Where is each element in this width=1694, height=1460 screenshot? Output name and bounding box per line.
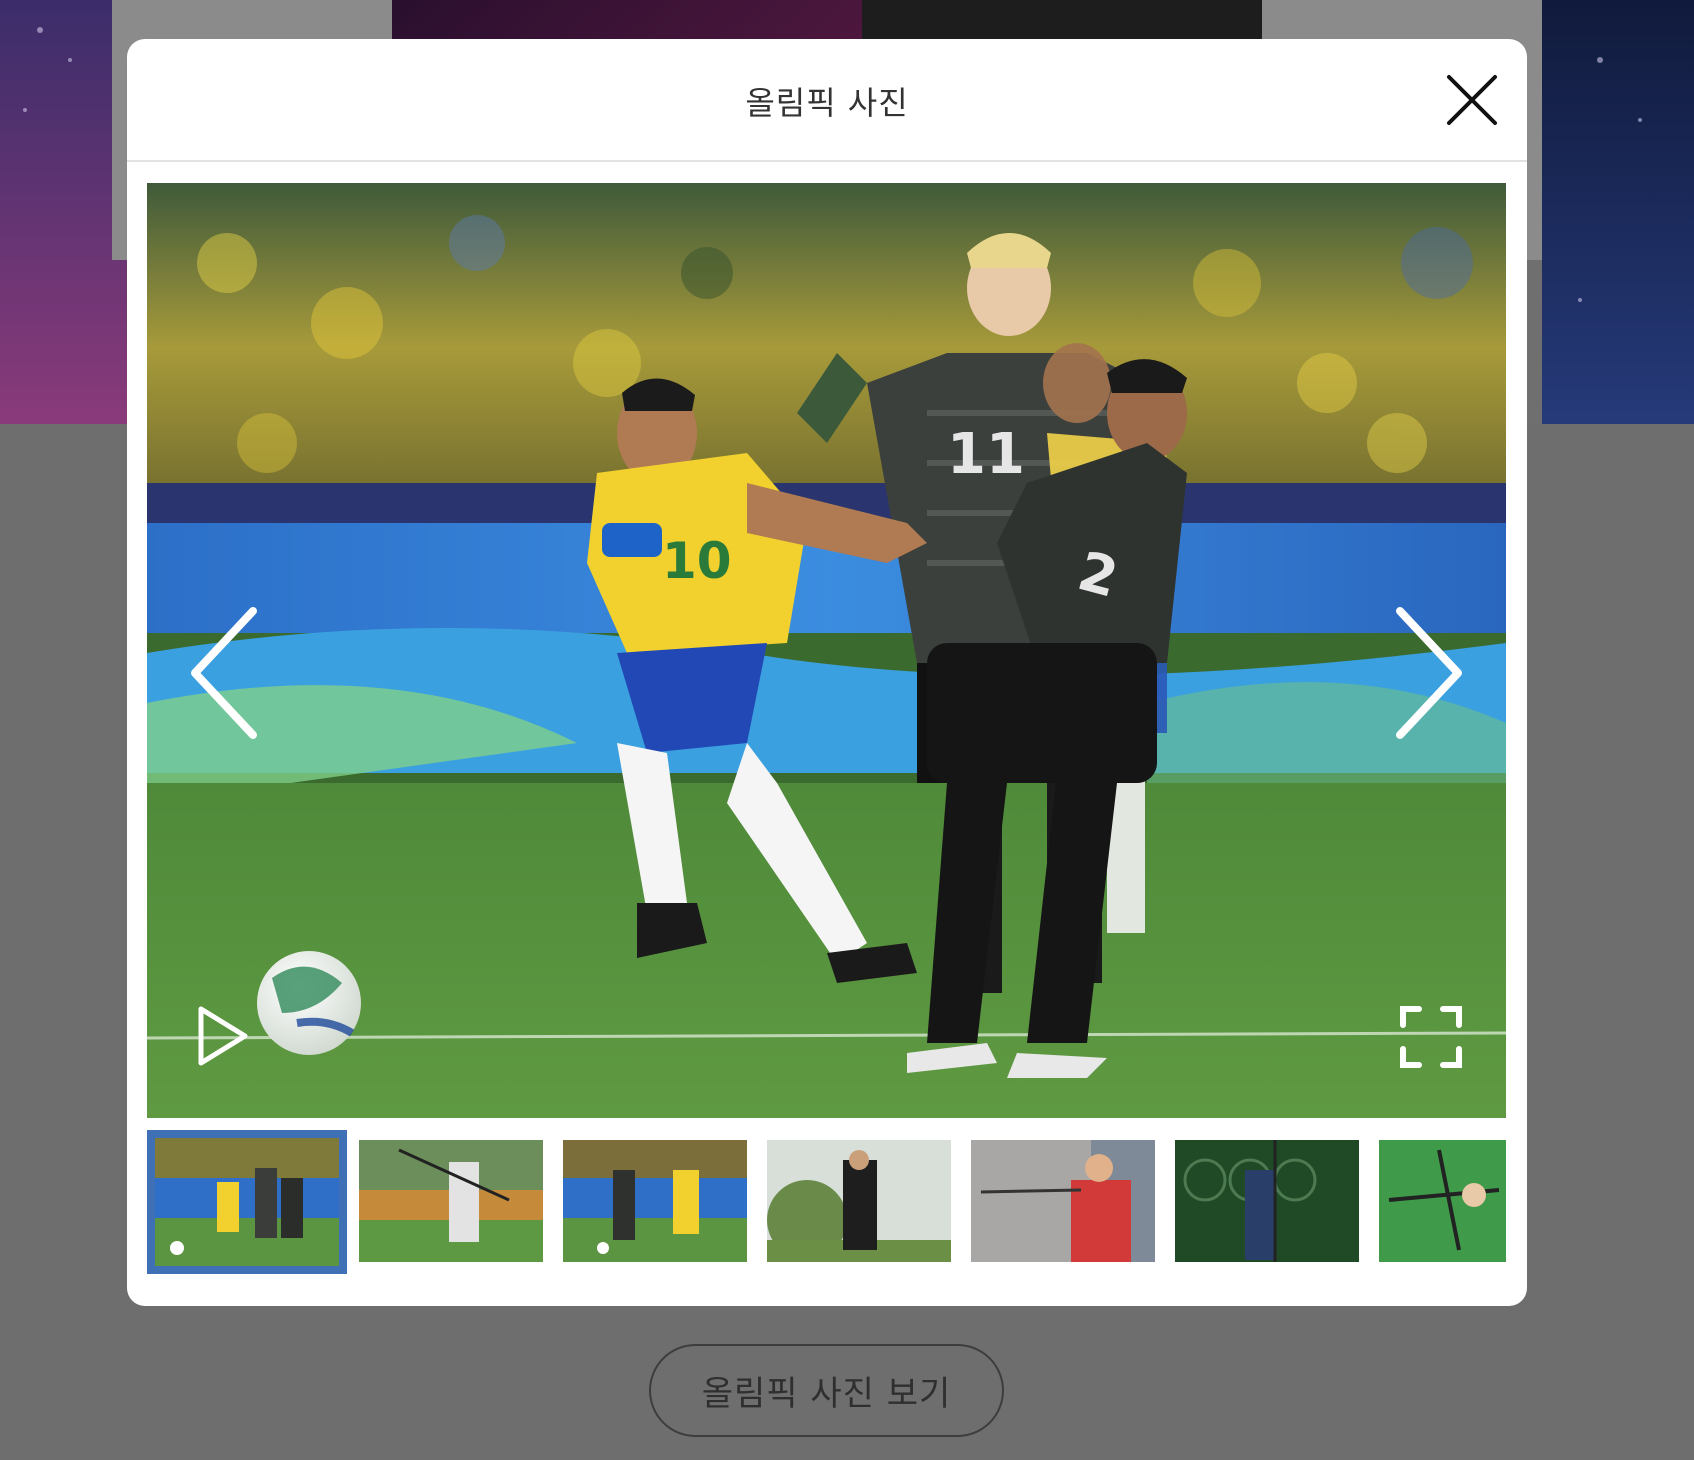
chevron-left-icon[interactable] — [187, 603, 267, 743]
thumbnail-5[interactable] — [971, 1140, 1155, 1262]
jersey-number-10: 10 — [662, 532, 732, 590]
thumbnail-4[interactable] — [767, 1140, 951, 1262]
jersey-number-11: 11 — [947, 422, 1025, 487]
thumbnail-7[interactable] — [1379, 1140, 1506, 1262]
thumbnail-1[interactable] — [147, 1130, 347, 1274]
photo-modal: 올림픽 사진 11 2 10 — [127, 39, 1527, 1306]
thumbnail-3[interactable] — [563, 1140, 747, 1262]
thumbnail-strip — [147, 1130, 1506, 1275]
football-match-photo: 11 2 10 — [147, 183, 1506, 1118]
open-olympic-photos-button[interactable]: 올림픽 사진 보기 — [649, 1344, 1004, 1437]
thumbnail-6[interactable] — [1175, 1140, 1359, 1262]
main-photo-viewer[interactable]: 11 2 10 — [147, 183, 1506, 1118]
modal-header: 올림픽 사진 — [127, 39, 1527, 162]
play-icon[interactable] — [195, 1003, 251, 1069]
close-icon[interactable] — [1445, 73, 1499, 127]
modal-title: 올림픽 사진 — [745, 83, 909, 122]
chevron-right-icon[interactable] — [1386, 603, 1466, 743]
fullscreen-icon[interactable] — [1399, 1005, 1463, 1069]
thumbnail-2[interactable] — [359, 1140, 543, 1262]
